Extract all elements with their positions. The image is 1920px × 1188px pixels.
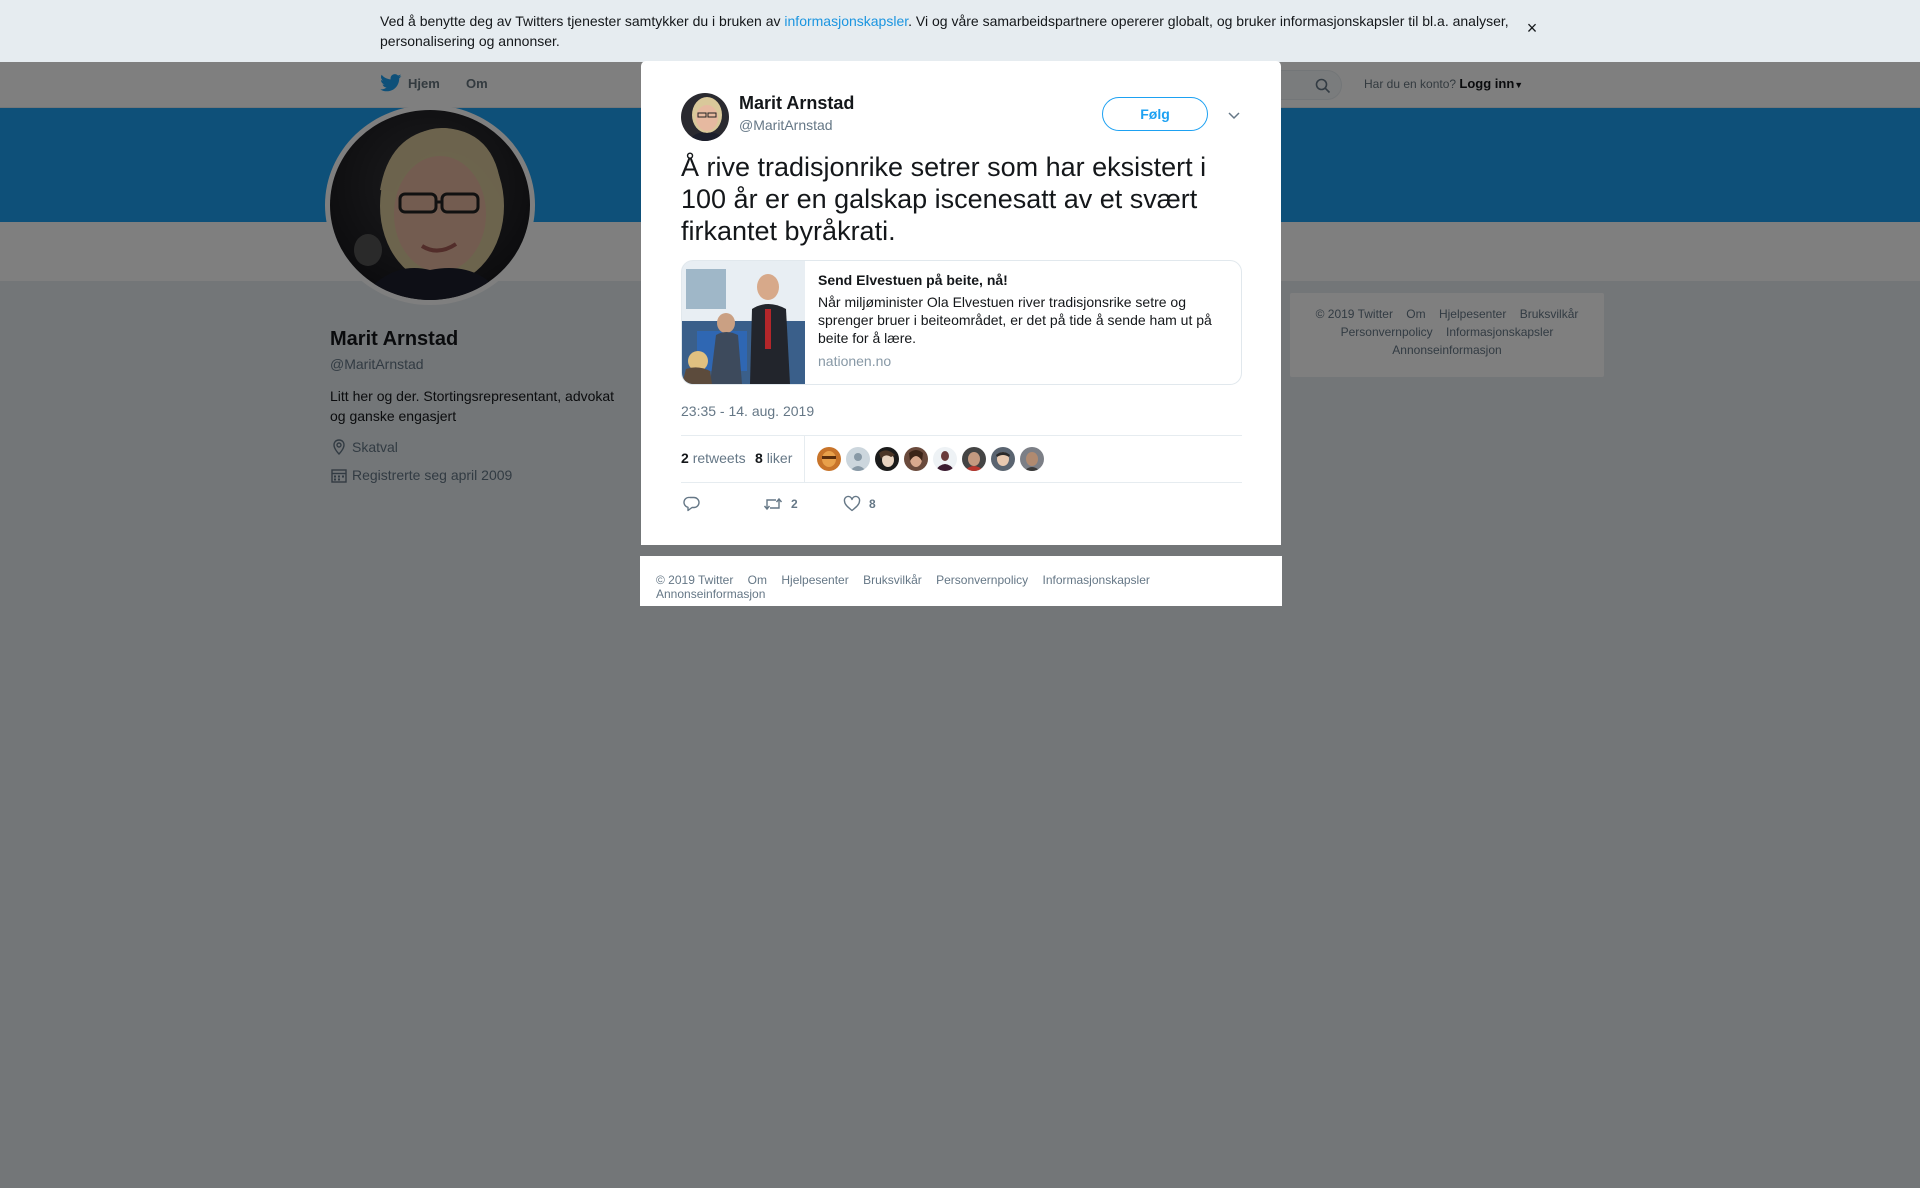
liker-avatar[interactable] — [991, 447, 1015, 471]
tweet-timestamp[interactable]: 23:35 - 14. aug. 2019 — [681, 403, 814, 419]
retweets-label: retweets — [692, 450, 746, 466]
cookie-close-button[interactable]: × — [1524, 19, 1540, 37]
liker-avatar[interactable] — [1020, 447, 1044, 471]
footer-link[interactable]: Informasjonskapsler — [1043, 573, 1150, 587]
tweet-author-handle[interactable]: @MaritArnstad — [739, 117, 833, 133]
liker-avatar[interactable] — [846, 447, 870, 471]
heart-icon — [843, 495, 861, 512]
chevron-down-icon[interactable] — [1226, 107, 1242, 123]
card-title: Send Elvestuen på beite, nå! — [818, 272, 1008, 288]
retweet-button[interactable]: 2 — [763, 495, 798, 513]
tweet-modal: Marit Arnstad @MaritArnstad Følg Å rive … — [641, 61, 1281, 545]
tweet-author-avatar[interactable] — [681, 93, 729, 141]
reply-button[interactable] — [683, 495, 701, 513]
footer-link[interactable]: Hjelpesenter — [781, 573, 848, 587]
like-button[interactable]: 8 — [843, 495, 876, 513]
follow-button[interactable]: Følg — [1102, 97, 1208, 131]
stats-divider — [804, 436, 805, 482]
likes-label: liker — [766, 450, 793, 466]
like-count: 8 — [869, 497, 876, 511]
likes-stat[interactable]: 8 liker — [755, 450, 792, 466]
tweet-text: Å rive tradisjonrike setrer som har eksi… — [681, 152, 1207, 246]
footer-link[interactable]: Bruksvilkår — [863, 573, 922, 587]
card-description: Når miljøminister Ola Elvestuen river tr… — [818, 294, 1212, 346]
cookie-notice: Ved å benytte deg av Twitters tjenester … — [0, 0, 1920, 62]
footer-link[interactable]: Personvernpolicy — [936, 573, 1028, 587]
liker-avatar[interactable] — [875, 447, 899, 471]
tweet-author-name[interactable]: Marit Arnstad — [739, 93, 854, 114]
card-body: Send Elvestuen på beite, nå! Når miljømi… — [818, 271, 1228, 369]
liker-avatar[interactable] — [933, 447, 957, 471]
cookie-policy-link[interactable]: informasjonskapsler — [784, 13, 908, 29]
liker-avatar[interactable] — [904, 447, 928, 471]
footer-link[interactable]: Annonseinformasjon — [656, 587, 765, 601]
card-thumbnail — [682, 261, 805, 384]
card-domain: nationen.no — [818, 353, 892, 369]
retweets-stat[interactable]: 2 retweets — [681, 450, 746, 466]
retweet-icon — [763, 497, 783, 511]
reply-icon — [683, 496, 700, 512]
cookie-notice-text: Ved å benytte deg av Twitters tjenester … — [380, 11, 1520, 51]
retweets-count: 2 — [681, 450, 689, 466]
likes-count: 8 — [755, 450, 763, 466]
liker-avatars — [817, 447, 1044, 471]
tweet-stats: 2 retweets 8 liker — [681, 435, 1242, 483]
tweet-actions: 2 8 — [681, 491, 1242, 521]
link-preview-card[interactable]: Send Elvestuen på beite, nå! Når miljømi… — [681, 260, 1242, 385]
footer-link[interactable]: Om — [748, 573, 767, 587]
retweet-count: 2 — [791, 497, 798, 511]
footer-link[interactable]: © 2019 Twitter — [656, 573, 733, 587]
cookie-text-before: Ved å benytte deg av Twitters tjenester … — [380, 13, 785, 29]
modal-footer: © 2019 Twitter Om Hjelpesenter Bruksvilk… — [640, 556, 1282, 606]
liker-avatar[interactable] — [817, 447, 841, 471]
liker-avatar[interactable] — [962, 447, 986, 471]
